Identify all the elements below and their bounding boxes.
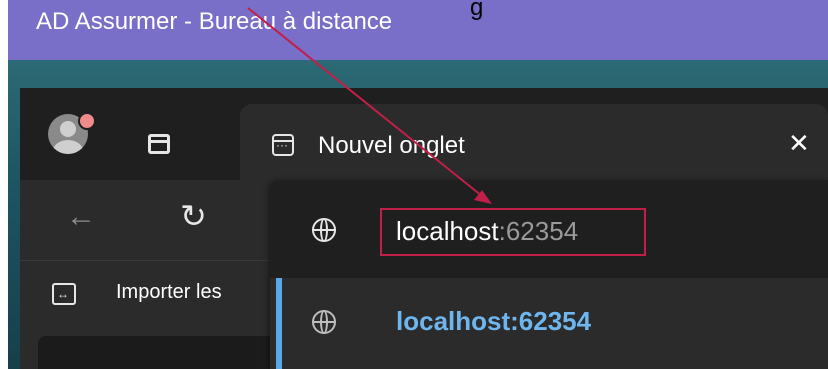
page-content-area xyxy=(38,336,286,369)
address-host: localhost xyxy=(396,216,499,246)
tab-actions-icon[interactable] xyxy=(148,134,170,154)
close-tab-icon[interactable]: ✕ xyxy=(788,130,810,156)
screenshot: AD Assurmer - Bureau à distance g Nouvel… xyxy=(0,0,828,369)
tab-new-tab[interactable]: Nouvel onglet ✕ xyxy=(240,104,828,180)
suggestion-item[interactable]: localhost:62354 xyxy=(270,278,828,369)
tab-strip: Nouvel onglet ✕ xyxy=(20,88,828,180)
back-button[interactable]: ← xyxy=(66,202,96,232)
new-tab-favicon-icon xyxy=(272,134,294,156)
import-favorites-icon[interactable] xyxy=(52,283,76,305)
window-title: AD Assurmer - Bureau à distance xyxy=(36,8,393,35)
address-input[interactable]: localhost:62354 xyxy=(396,216,578,247)
suggestion-label: localhost:62354 xyxy=(396,306,592,336)
address-bar-dropdown: localhost:62354 localhost:62354 xyxy=(270,180,828,369)
notification-dot xyxy=(78,112,96,130)
globe-icon xyxy=(312,218,336,242)
globe-icon xyxy=(312,310,336,334)
address-bar[interactable]: localhost:62354 xyxy=(270,180,828,278)
clipped-caption-text: g xyxy=(470,0,484,21)
tab-title: Nouvel onglet xyxy=(318,132,465,159)
reload-button[interactable]: ↻ xyxy=(180,200,207,232)
address-port: :62354 xyxy=(498,216,579,246)
import-favorites-button[interactable]: Importer les xyxy=(116,281,222,304)
remote-desktop-titlebar: AD Assurmer - Bureau à distance g xyxy=(8,0,828,60)
selected-indicator xyxy=(276,278,282,369)
